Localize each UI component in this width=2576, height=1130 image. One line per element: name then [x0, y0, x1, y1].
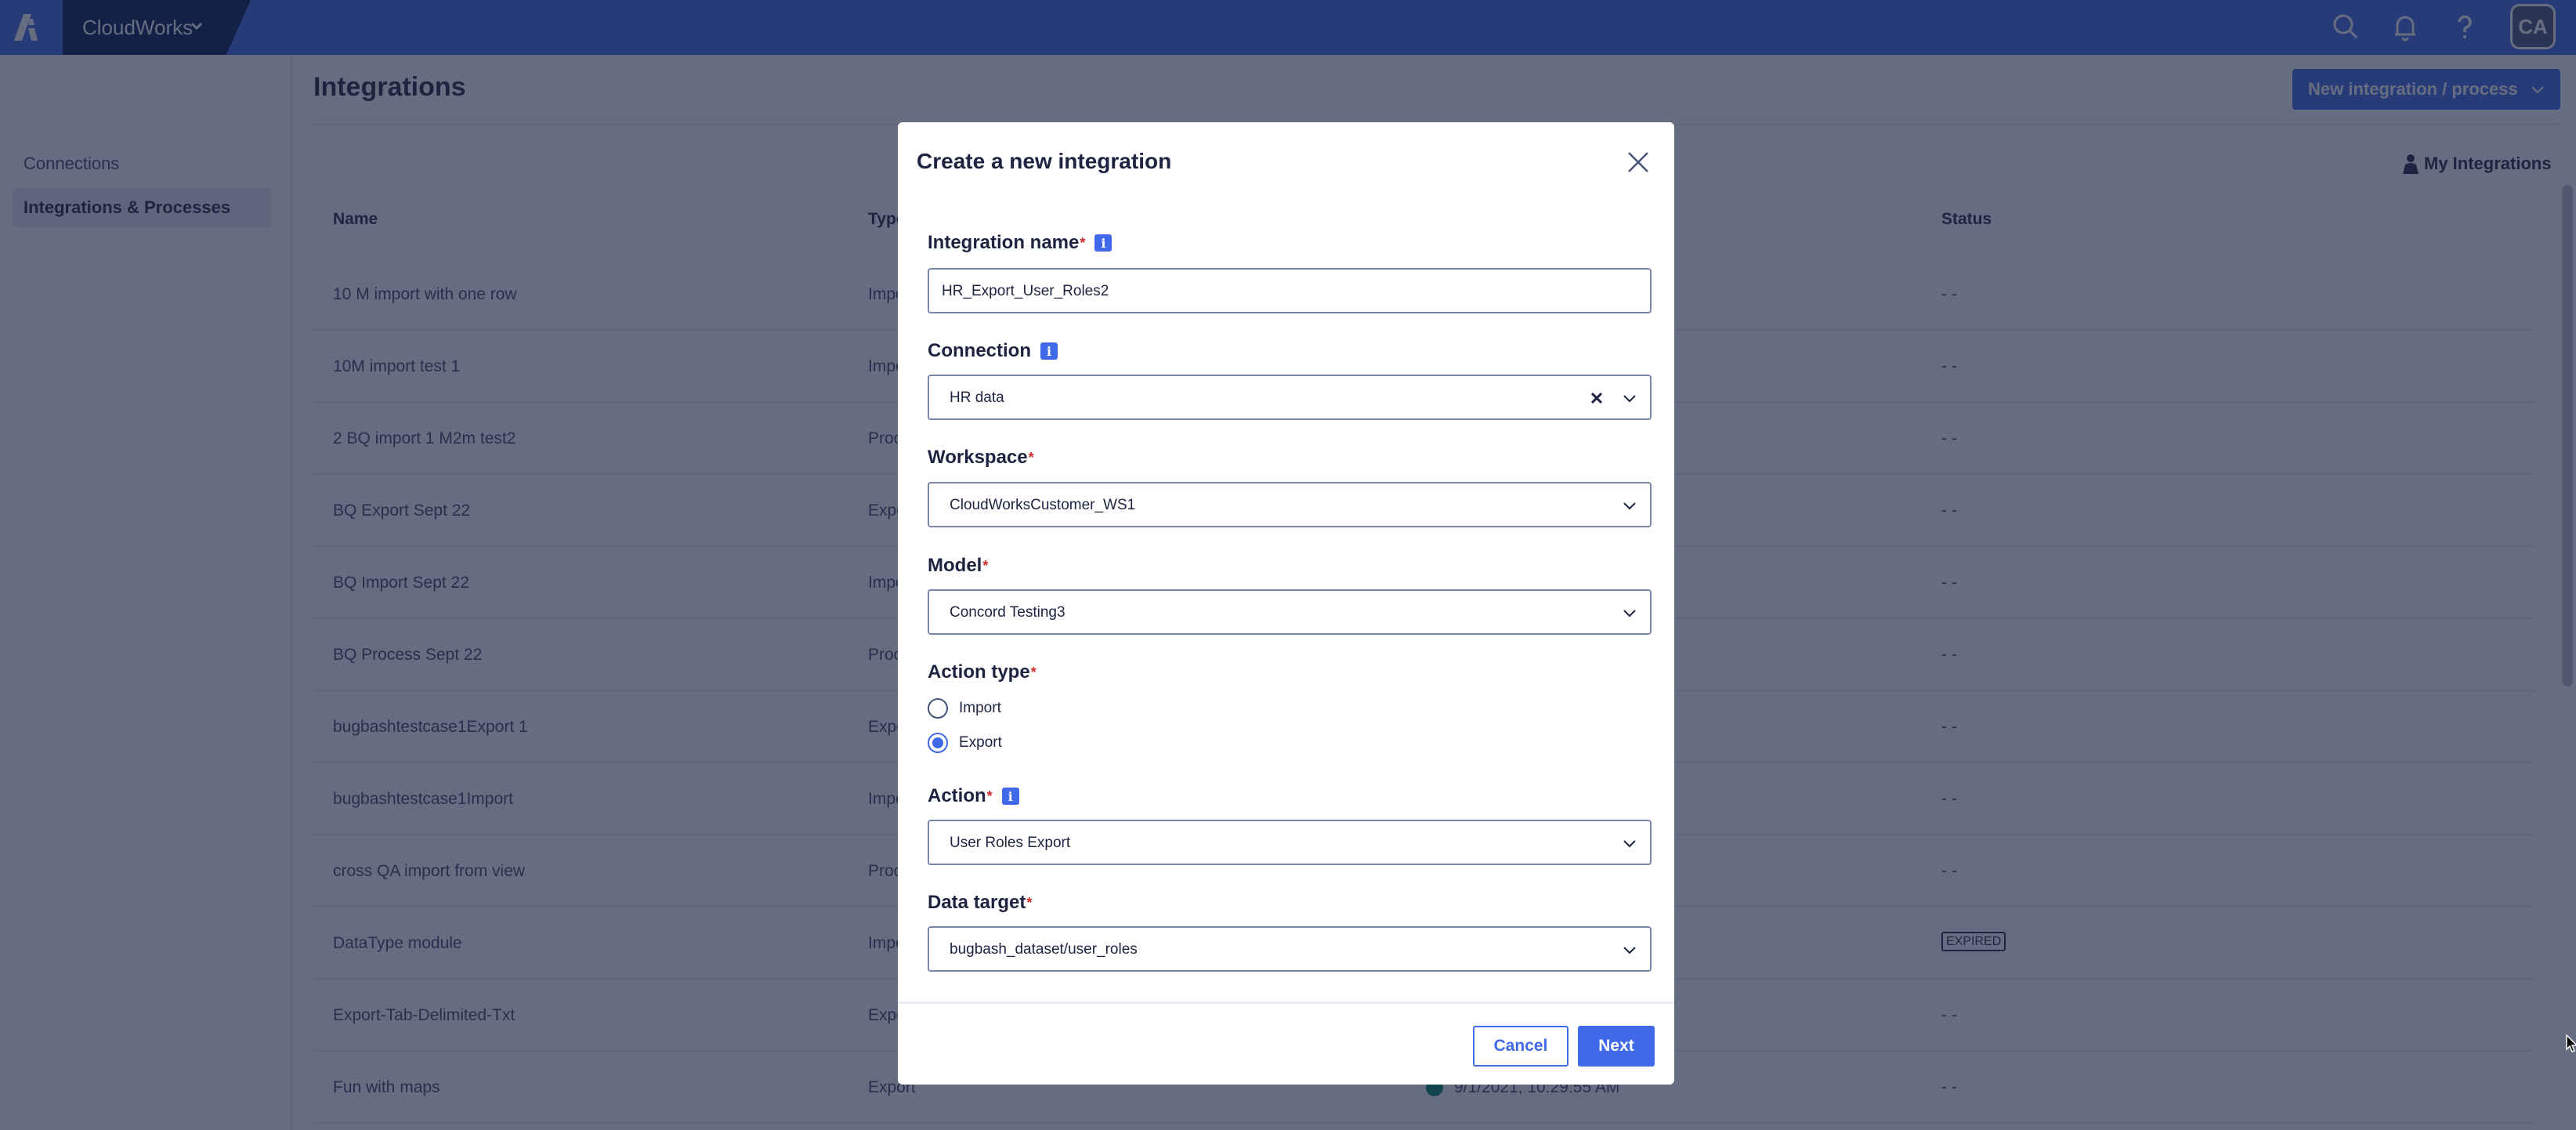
model-select[interactable]: Concord Testing3	[928, 589, 1652, 635]
connection-select[interactable]: HR data	[928, 375, 1652, 420]
info-icon[interactable]: i	[1040, 342, 1058, 360]
action-type-label: Action type *	[928, 661, 1037, 683]
info-icon[interactable]: i	[1094, 234, 1113, 252]
model-value: Concord Testing3	[950, 604, 1065, 621]
connection-label: Connection i	[928, 340, 1058, 362]
data-target-label: Data target *	[928, 892, 1032, 914]
label-text: Data target	[928, 892, 1026, 913]
data-target-value: bugbash_dataset/user_roles	[950, 941, 1138, 958]
required-marker: *	[1026, 894, 1033, 911]
action-label: Action * i	[928, 785, 1019, 807]
create-integration-dialog: Create a new integration Integration nam…	[898, 122, 1674, 1085]
cancel-button[interactable]: Cancel	[1473, 1026, 1568, 1067]
integration-name-input[interactable]: HR_Export_User_Roles2	[928, 268, 1652, 313]
radio-label: Export	[959, 734, 1002, 751]
required-marker: *	[1030, 664, 1037, 680]
chevron-down-icon	[1623, 395, 1636, 403]
radio-import[interactable]: Import	[928, 698, 1001, 719]
close-icon[interactable]	[1626, 150, 1650, 174]
workspace-select[interactable]: CloudWorksCustomer_WS1	[928, 482, 1652, 527]
data-target-select[interactable]: bugbash_dataset/user_roles	[928, 926, 1652, 972]
workspace-label: Workspace *	[928, 447, 1034, 469]
radio-circle[interactable]	[928, 698, 948, 719]
clear-icon[interactable]	[1589, 390, 1605, 406]
label-text: Action	[928, 785, 986, 806]
info-icon[interactable]: i	[1001, 788, 1019, 805]
dialog-title: Create a new integration	[917, 149, 1172, 173]
required-marker: *	[1080, 234, 1086, 251]
label-text: Model	[928, 555, 982, 576]
chevron-down-icon	[1623, 947, 1636, 954]
label-text: Integration name	[928, 232, 1080, 253]
chevron-down-icon	[1623, 840, 1636, 848]
radio-export[interactable]: Export	[928, 733, 1002, 753]
required-marker: *	[986, 788, 993, 804]
required-marker: *	[1028, 449, 1034, 465]
connection-value: HR data	[950, 389, 1004, 406]
chevron-down-icon	[1623, 502, 1636, 510]
radio-label: Import	[959, 700, 1001, 716]
workspace-value: CloudWorksCustomer_WS1	[950, 497, 1136, 513]
action-value: User Roles Export	[950, 835, 1071, 851]
mouse-cursor-icon	[2566, 1034, 2576, 1052]
chevron-down-icon	[1623, 610, 1636, 618]
action-select[interactable]: User Roles Export	[928, 820, 1652, 865]
integration-name-label: Integration name * i	[928, 232, 1113, 254]
model-label: Model *	[928, 555, 988, 577]
required-marker: *	[982, 557, 989, 574]
footer-divider	[898, 1001, 1674, 1004]
radio-circle[interactable]	[928, 733, 948, 753]
next-button[interactable]: Next	[1578, 1026, 1655, 1067]
label-text: Connection	[928, 340, 1031, 361]
label-text: Workspace	[928, 447, 1028, 468]
label-text: Action type	[928, 661, 1030, 683]
